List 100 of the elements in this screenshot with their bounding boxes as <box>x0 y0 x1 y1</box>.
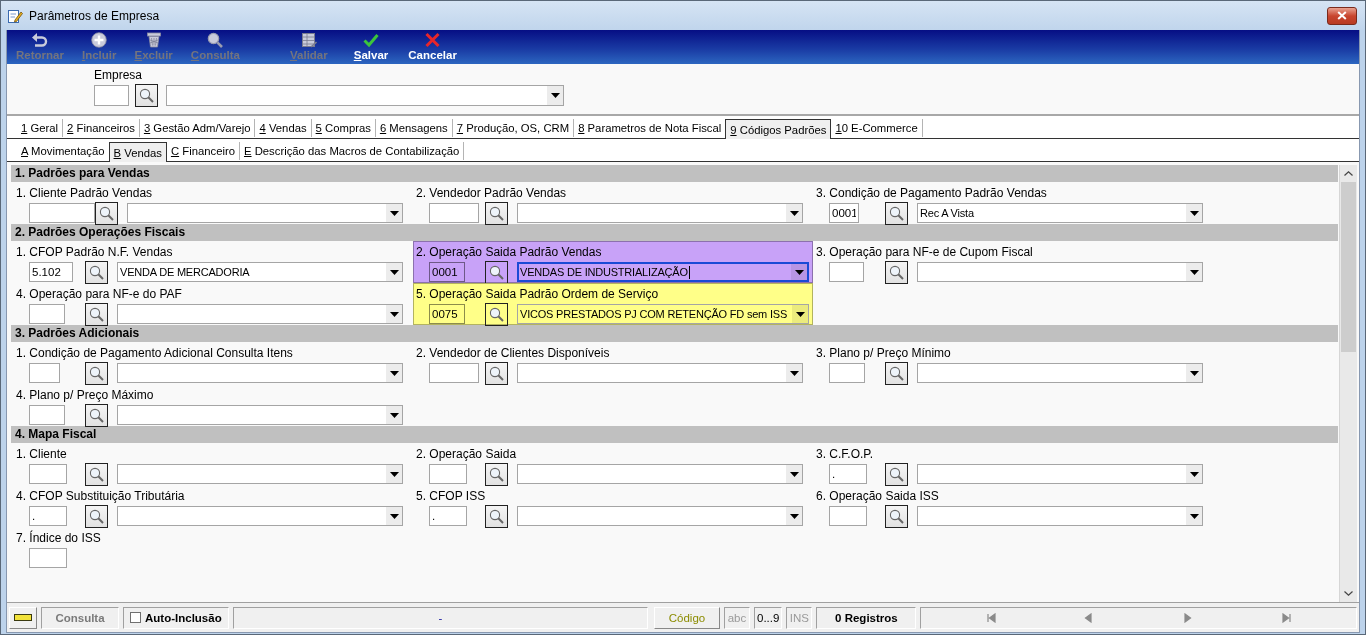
search-icon <box>889 466 904 482</box>
search-button[interactable] <box>885 504 908 528</box>
search-button[interactable] <box>85 361 108 385</box>
code-input[interactable] <box>29 363 60 383</box>
dropdown-field[interactable] <box>117 464 403 484</box>
skip-back-icon <box>985 612 996 623</box>
code-input[interactable]: . <box>829 464 867 484</box>
dropdown-field[interactable] <box>517 203 803 223</box>
tab[interactable]: 6 Mensagens <box>375 119 453 137</box>
tab[interactable]: 5 Compras <box>311 119 376 137</box>
dropdown-field[interactable] <box>117 506 403 526</box>
search-button[interactable] <box>885 462 908 486</box>
code-input[interactable] <box>429 464 467 484</box>
dropdown-field[interactable]: Rec A Vista <box>917 203 1203 223</box>
tab[interactable]: B Vendas <box>108 142 167 162</box>
caret-down-icon <box>386 465 402 483</box>
code-input[interactable] <box>94 85 129 106</box>
dropdown-field[interactable] <box>917 363 1203 383</box>
search-icon <box>889 365 904 381</box>
dropdown-field[interactable] <box>917 506 1203 526</box>
dropdown-field[interactable] <box>517 363 803 383</box>
dropdown-field[interactable] <box>117 363 403 383</box>
search-button[interactable] <box>885 201 908 225</box>
tab[interactable]: 10 E-Commerce <box>831 119 923 137</box>
search-icon <box>99 205 114 221</box>
search-button[interactable] <box>85 403 108 427</box>
search-button[interactable] <box>85 504 108 528</box>
close-button[interactable] <box>1327 6 1357 25</box>
chevron-up-icon <box>1344 171 1353 176</box>
caret-down-icon <box>1186 263 1202 281</box>
search-icon <box>489 205 504 221</box>
code-input[interactable] <box>829 363 865 383</box>
caret-down-icon <box>786 507 802 525</box>
tab[interactable]: 7 Produção, OS, CRM <box>452 119 575 137</box>
scrollbar-thumb[interactable] <box>1341 182 1356 352</box>
trash-icon <box>145 32 162 48</box>
field-label: 5. CFOP ISS <box>415 489 487 504</box>
caret-down-icon <box>386 204 402 222</box>
tab[interactable]: 2 Financeiros <box>63 119 140 137</box>
dropdown-field[interactable] <box>917 262 1203 282</box>
search-icon <box>489 466 504 482</box>
search-button[interactable] <box>485 504 508 528</box>
code-input[interactable] <box>829 506 867 526</box>
search-button[interactable] <box>85 302 108 326</box>
checkmark-icon <box>363 32 379 48</box>
search-button[interactable] <box>85 462 108 486</box>
checkbox[interactable] <box>130 612 141 623</box>
message-panel: - <box>233 606 648 629</box>
code-input[interactable] <box>29 548 67 568</box>
dropdown-field[interactable]: VICOS PRESTADOS PJ COM RETENÇÃO FD sem ISS <box>517 304 809 324</box>
code-input[interactable]: 0001 <box>429 262 465 282</box>
code-input[interactable] <box>29 203 95 223</box>
caret-down-icon <box>1186 204 1202 222</box>
dropdown-field[interactable] <box>117 405 403 425</box>
cancel-button[interactable]: Cancelar <box>405 32 460 63</box>
dropdown-field[interactable] <box>517 506 803 526</box>
code-input[interactable]: . <box>429 506 467 526</box>
search-button[interactable] <box>885 361 908 385</box>
section-header: 1. Padrões para Vendas <box>11 165 1338 182</box>
search-button[interactable] <box>135 84 158 107</box>
code-input[interactable] <box>429 203 479 223</box>
dropdown-field[interactable]: VENDA DE MERCADORIA <box>117 262 403 282</box>
dropdown-field[interactable] <box>517 464 803 484</box>
code-input[interactable] <box>429 363 479 383</box>
undo-arrow-icon <box>30 32 49 48</box>
search-button[interactable] <box>485 462 508 486</box>
code-input[interactable] <box>829 262 864 282</box>
search-icon <box>889 205 904 221</box>
dropdown-field[interactable] <box>127 203 403 223</box>
search-button[interactable] <box>885 260 908 284</box>
tab[interactable]: 1 Geral <box>17 119 64 137</box>
dropdown-field[interactable] <box>117 304 403 324</box>
code-input[interactable]: 5.102 <box>29 262 73 282</box>
search-button[interactable] <box>85 260 108 284</box>
last-button[interactable] <box>1279 610 1294 625</box>
tab[interactable]: 3 Gestão Adm/Varejo <box>139 119 256 137</box>
code-input[interactable]: . <box>29 506 67 526</box>
search-button[interactable] <box>485 361 508 385</box>
dropdown-field[interactable]: VENDAS DE INDUSTRIALIZAÇÃO <box>517 262 809 282</box>
code-input[interactable]: 0075 <box>429 304 465 324</box>
triangle-right-icon <box>1183 612 1193 623</box>
tab[interactable]: 4 Vendas <box>255 119 312 137</box>
code-input[interactable] <box>29 304 65 324</box>
code-input[interactable] <box>29 464 67 484</box>
dropdown-field[interactable] <box>166 85 564 106</box>
save-button[interactable]: Salvar <box>350 32 392 63</box>
tab[interactable]: C Financeiro <box>166 142 240 160</box>
dropdown-field[interactable] <box>917 464 1203 484</box>
skip-forward-icon <box>1281 612 1292 623</box>
field-label: 6. Operação Saida ISS <box>815 489 940 504</box>
status-button[interactable] <box>9 606 37 629</box>
search-button[interactable] <box>95 201 118 225</box>
code-input[interactable] <box>29 405 65 425</box>
search-button[interactable] <box>485 302 508 326</box>
section-header: 2. Padrões Operações Fiscais <box>11 224 1338 241</box>
tab[interactable]: E Descrição das Macros de Contabilização <box>240 142 465 160</box>
tab[interactable]: 9 Códigos Padrões <box>725 119 832 139</box>
caret-down-icon <box>791 264 807 280</box>
search-button[interactable] <box>485 201 508 225</box>
section-header: 4. Mapa Fiscal <box>11 426 1338 443</box>
